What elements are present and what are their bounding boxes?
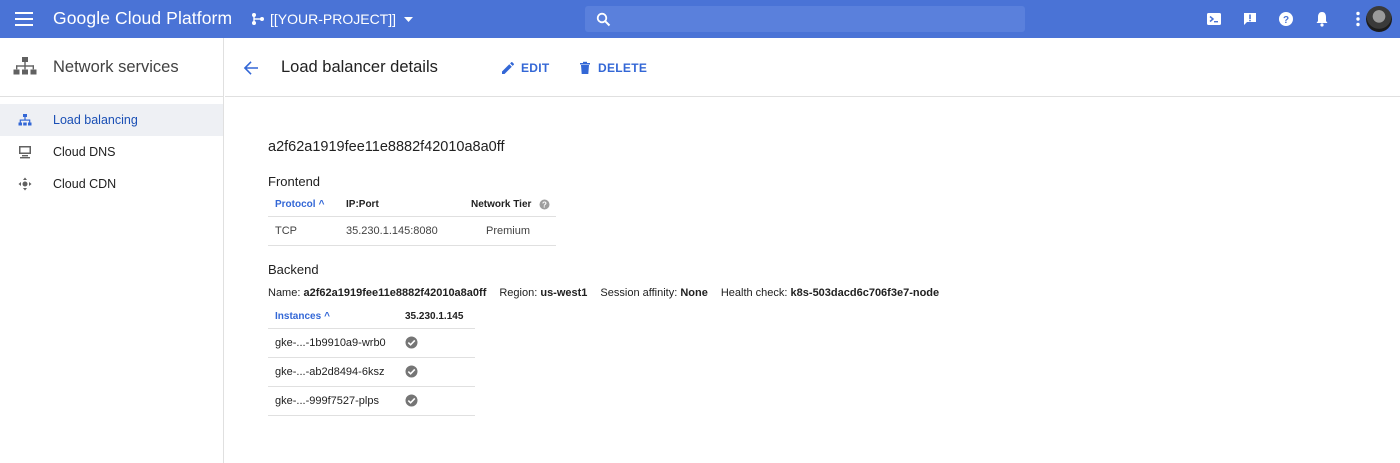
instances-table: Instances ^ 35.230.1.145 gke-...-1b9910a9… [268,306,475,416]
delete-button[interactable]: DELETE [578,58,647,78]
main-content: a2f62a1919fee11e8882f42010a8a0ff Fronten… [268,97,1368,463]
page-title: Load balancer details [281,58,438,76]
backend-region-value: us-west1 [540,287,588,299]
sidebar-item-cloud-dns[interactable]: Cloud DNS [0,136,223,168]
terminal-icon[interactable] [1196,0,1232,38]
sort-ascending-icon: ^ [324,311,330,323]
ip-port-cell: 35.230.1.145:8080 [346,216,471,246]
instance-name-cell[interactable]: gke-...-999f7527-plps [268,386,398,416]
backend-affinity-label: Session affinity: [600,287,678,299]
check-circle-icon [405,394,418,407]
sidebar-item-cloud-cdn[interactable]: Cloud CDN [0,168,223,200]
alert-icon[interactable] [1232,0,1268,38]
dns-icon [19,146,31,159]
sidebar: Network services Load balancing Cloud DN… [0,38,224,463]
help-icon[interactable]: ? [1268,0,1304,38]
column-label: Network Tier [471,198,532,210]
health-status-cell [398,357,475,387]
search-icon [596,12,611,26]
sidebar-item-load-balancing[interactable]: Load balancing [0,104,223,136]
load-balancer-name: a2f62a1919fee11e8882f42010a8a0ff [268,139,505,155]
column-header-network-tier: Network Tier ? [471,193,556,217]
page-header: Load balancer details EDIT DELETE [225,38,1400,97]
table-row: gke-...-999f7527-plps [268,386,475,416]
project-selector[interactable]: [[YOUR-PROJECT]] [251,8,414,30]
instance-name-cell[interactable]: gke-...-1b9910a9-wrb0 [268,328,398,358]
column-header-instances[interactable]: Instances ^ [268,306,398,329]
frontend-table: Protocol ^ IP:Port Network Tier ? TCP 35.… [268,193,556,246]
network-tier-cell: Premium [471,216,556,246]
table-row: gke-...-ab2d8494-6ksz [268,357,475,387]
sidebar-title: Network services [53,57,179,76]
top-app-bar: Google Cloud Platform [[YOUR-PROJECT]] ? [0,0,1400,38]
backend-health-value: k8s-503dacd6c706f3e7-node [790,287,940,299]
column-header-ip: 35.230.1.145 [398,306,475,329]
top-actions: ? [1196,0,1376,38]
sidebar-header: Network services [0,38,223,97]
column-label: 35.230.1.145 [405,311,464,323]
search-bar[interactable] [585,6,1025,32]
sidebar-item-label: Cloud CDN [53,177,117,191]
table-row: TCP 35.230.1.145:8080 Premium [268,216,556,246]
table-header-row: Protocol ^ IP:Port Network Tier ? [268,193,556,217]
sidebar-item-label: Load balancing [53,113,138,127]
avatar[interactable] [1366,6,1392,32]
check-circle-icon [405,365,418,378]
backend-region-field: Region: us-west1 [499,287,587,299]
backend-summary: Name: a2f62a1919fee11e8882f42010a8a0ff R… [268,287,952,299]
cdn-icon [18,177,32,191]
backend-name-value: a2f62a1919fee11e8882f42010a8a0ff [303,287,487,299]
delete-label: DELETE [598,61,648,75]
edit-button[interactable]: EDIT [501,58,550,78]
column-label: IP:Port [346,198,379,210]
column-header-ip-port: IP:Port [346,193,471,217]
chevron-down-icon [404,16,414,22]
sort-ascending-icon: ^ [318,198,325,210]
project-icon [252,13,264,25]
trash-icon [580,61,590,74]
project-name: [[YOUR-PROJECT]] [270,11,397,27]
backend-health-label: Health check: [720,287,788,299]
table-row: gke-...-1b9910a9-wrb0 [268,328,475,358]
column-label: Protocol [275,198,316,210]
column-label: Instances [275,311,322,323]
frontend-heading: Frontend [268,174,321,189]
protocol-cell: TCP [268,216,346,246]
svg-text:?: ? [1283,15,1289,26]
bell-icon[interactable] [1304,0,1340,38]
sidebar-nav: Load balancing Cloud DNS Cloud CDN [0,97,223,200]
table-header-row: Instances ^ 35.230.1.145 [268,306,475,329]
svg-text:?: ? [542,200,547,209]
instance-name-cell[interactable]: gke-...-ab2d8494-6ksz [268,357,398,387]
load-balancing-icon [18,114,32,126]
backend-region-label: Region: [499,287,538,299]
edit-label: EDIT [521,61,550,75]
check-circle-icon [405,336,418,349]
health-status-cell [398,386,475,416]
app-title[interactable]: Google Cloud Platform [53,8,232,29]
backend-affinity-field: Session affinity: None [600,287,707,299]
backend-health-field: Health check: k8s-503dacd6c706f3e7-node [721,287,939,299]
help-icon[interactable]: ? [539,199,550,210]
back-arrow-icon[interactable] [241,58,261,78]
pencil-icon [502,61,515,74]
backend-heading: Backend [268,262,319,277]
menu-icon[interactable] [14,9,36,29]
column-header-protocol[interactable]: Protocol ^ [268,193,346,217]
backend-name-label: Name: [268,287,301,299]
backend-name-field: Name: a2f62a1919fee11e8882f42010a8a0ff [268,287,486,299]
network-services-icon [13,57,37,75]
backend-affinity-value: None [680,287,708,299]
health-status-cell [398,328,475,358]
sidebar-item-label: Cloud DNS [53,145,116,159]
